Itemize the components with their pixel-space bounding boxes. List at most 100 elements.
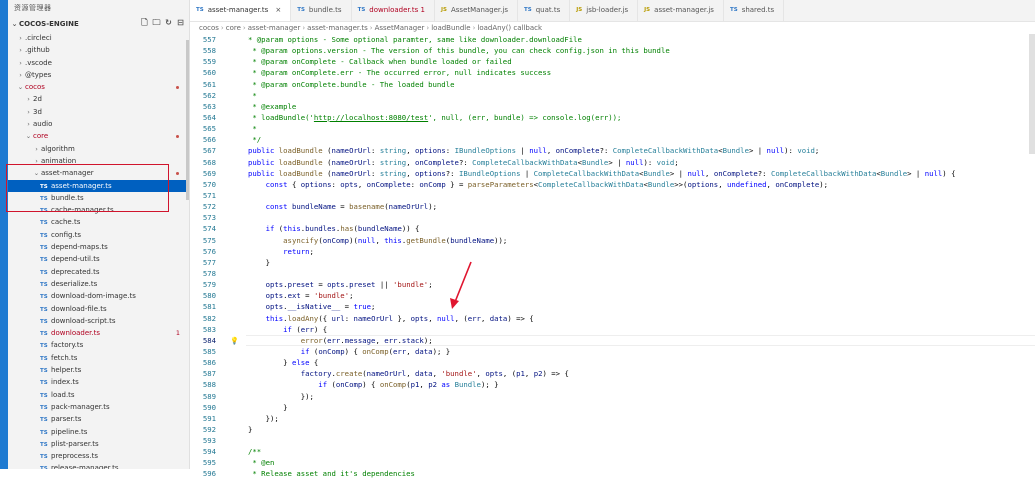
code-line[interactable]: 557 * @param options - Some optional para… [190,34,1035,45]
file-item[interactable]: TS downloader.ts 1 [8,327,189,339]
code-line[interactable]: 576 return; [190,246,1035,257]
breadcrumb-item[interactable]: loadBundle [431,24,470,32]
editor-tab[interactable]: TS shared.ts [724,0,785,21]
code-line[interactable]: 589 }); [190,391,1035,402]
code-line[interactable]: 560 * @param onComplete.err - The occurr… [190,67,1035,78]
code-line[interactable]: 561 * @param onComplete.bundle - The loa… [190,79,1035,90]
breadcrumb-item[interactable]: cocos [199,24,219,32]
folder-item[interactable]: › 2d [8,93,189,105]
breadcrumb-item[interactable]: loadAny() callback [477,24,542,32]
editor-tab[interactable]: TS quat.ts [518,0,571,21]
file-item[interactable]: TS download-file.ts [8,303,189,315]
code-line[interactable]: 578 [190,268,1035,279]
file-item[interactable]: TS cache.ts [8,216,189,228]
code-line[interactable]: 581 opts.__isNative__ = true; [190,301,1035,312]
file-item[interactable]: TS deprecated.ts [8,266,189,278]
file-item[interactable]: TS index.ts [8,376,189,388]
code-line[interactable]: 575 asyncify(onComp)(null, this.getBundl… [190,235,1035,246]
file-item[interactable]: TS factory.ts [8,339,189,351]
tree-item-label: download-dom-image.ts [51,292,136,301]
file-item[interactable]: TS deserialize.ts [8,278,189,290]
folder-item[interactable]: › 3d [8,106,189,118]
code-line[interactable]: 566 */ [190,134,1035,145]
code-line[interactable]: 571 [190,190,1035,201]
code-line[interactable]: 594 /** [190,446,1035,457]
code-line[interactable]: 573 [190,212,1035,223]
folder-item[interactable]: › .vscode [8,57,189,69]
file-item[interactable]: TS depend-maps.ts [8,241,189,253]
file-item[interactable]: TS pipeline.ts [8,426,189,438]
code-line[interactable]: 563 * @example [190,101,1035,112]
file-item[interactable]: TS bundle.ts [8,192,189,204]
code-line[interactable]: 591 }); [190,413,1035,424]
code-line[interactable]: 596 * Release asset and it's dependencie… [190,468,1035,479]
editor-tab[interactable]: JS jsb-loader.js [570,0,639,21]
folder-item[interactable]: › .github [8,44,189,56]
code-line[interactable]: 568 public loadBundle (nameOrUrl: string,… [190,157,1035,168]
file-item[interactable]: TS preprocess.ts [8,450,189,462]
code-line[interactable]: 590 } [190,402,1035,413]
refresh-icon[interactable]: ↻ [164,18,173,28]
file-item[interactable]: TS helper.ts [8,364,189,376]
code-area[interactable]: 557 * @param options - Some optional para… [190,34,1035,480]
folder-item[interactable]: ⌄ asset-manager [8,167,189,179]
breadcrumb-item[interactable]: core [226,24,241,32]
folder-item[interactable]: › animation [8,155,189,167]
editor-tab[interactable]: JS asset-manager.js [638,0,724,21]
new-file-icon[interactable]: 🗋 [140,18,149,28]
collapse-all-icon[interactable]: ⊟ [176,18,185,28]
code-line[interactable]: 579 opts.preset = opts.preset || 'bundle… [190,279,1035,290]
editor-tab[interactable]: JS AssetManager.js [435,0,518,21]
code-line[interactable]: 562 * [190,90,1035,101]
breadcrumb-item[interactable]: AssetManager [375,24,425,32]
file-item[interactable]: TS download-dom-image.ts [8,290,189,302]
code-line[interactable]: 587 factory.create(nameOrUrl, data, 'bun… [190,368,1035,379]
editor-tab[interactable]: TS asset-manager.ts × [190,0,292,21]
file-item[interactable]: TS depend-util.ts [8,253,189,265]
code-line[interactable]: 592} [190,424,1035,435]
code-line[interactable]: 569 public loadBundle (nameOrUrl: string,… [190,168,1035,179]
code-line[interactable]: 559 * @param onComplete - Callback when … [190,56,1035,67]
code-line[interactable]: 567 public loadBundle (nameOrUrl: string,… [190,145,1035,156]
code-line[interactable]: 572 const bundleName = basename(nameOrUr… [190,201,1035,212]
code-line[interactable]: 580 opts.ext = 'bundle'; [190,290,1035,301]
code-line[interactable]: 583 if (err) { [190,324,1035,335]
code-line[interactable]: 585 if (onComp) { onComp(err, data); } [190,346,1035,357]
folder-item[interactable]: › @types [8,69,189,81]
code-line[interactable]: 593 [190,435,1035,446]
code-line[interactable]: 582 this.loadAny({ url: nameOrUrl }, opt… [190,313,1035,324]
editor-tab[interactable]: TS bundle.ts [291,0,352,21]
close-icon[interactable]: × [275,0,281,21]
file-item[interactable]: TS download-script.ts [8,315,189,327]
file-item[interactable]: TSrelease-manager.ts [8,462,189,469]
code-line[interactable]: 588 if (onComp) { onComp(p1, p2 as Bundl… [190,379,1035,390]
breadcrumb-item[interactable]: asset-manager.ts [307,24,368,32]
file-item[interactable]: TS plist-parser.ts [8,438,189,450]
code-line[interactable]: 586 } else { [190,357,1035,368]
code-line[interactable]: 595 * @en [190,457,1035,468]
workspace-root[interactable]: ⌄ COCOS-ENGINE 🗋 🗀 ↻ ⊟ [8,16,189,32]
file-item[interactable]: TS fetch.ts [8,352,189,364]
editor-tab[interactable]: TS downloader.ts 1 [352,0,435,21]
code-line[interactable]: 577 } [190,257,1035,268]
file-item[interactable]: TS pack-manager.ts [8,401,189,413]
code-line[interactable]: 570 const { options: opts, onComplete: o… [190,179,1035,190]
file-item[interactable]: TS cache-manager.ts [8,204,189,216]
file-item[interactable]: TS load.ts [8,389,189,401]
breadcrumb-item[interactable]: asset-manager [248,24,301,32]
file-item[interactable]: TS config.ts [8,229,189,241]
folder-item[interactable]: ⌄ cocos [8,81,189,93]
file-item[interactable]: TS asset-manager.ts [8,179,189,192]
folder-item[interactable]: › .circleci [8,32,189,44]
folder-item[interactable]: › algorithm [8,143,189,155]
code-line[interactable]: 574 if (this.bundles.has(bundleName)) { [190,223,1035,234]
code-line[interactable]: 584 💡 error(err.message, err.stack); [190,334,1035,347]
folder-item[interactable]: › audio [8,118,189,130]
code-line[interactable]: 564 * loadBundle('http://localhost:8080/… [190,112,1035,123]
code-line[interactable]: 558 * @param options.version - The versi… [190,45,1035,56]
code-line[interactable]: 565 * [190,123,1035,134]
new-folder-icon[interactable]: 🗀 [152,18,161,28]
folder-item[interactable]: ⌄ core [8,130,189,142]
file-item[interactable]: TS parser.ts [8,413,189,425]
editor-scrollbar[interactable] [1029,34,1035,154]
